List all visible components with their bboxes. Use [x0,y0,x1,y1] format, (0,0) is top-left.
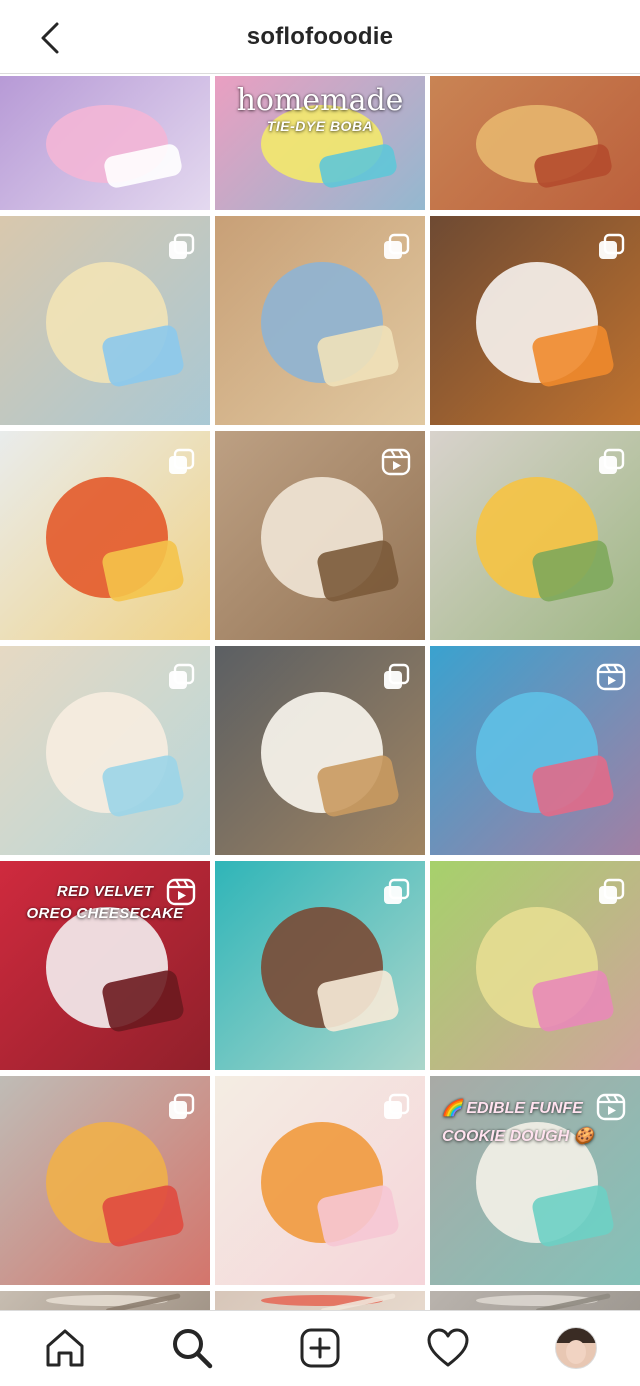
post-easter-chocolate-box[interactable] [215,1076,425,1285]
post-red-velvet-cheesecake[interactable]: RED VELVET OREO CHEESECAKE [0,861,210,1070]
carousel-icon [169,233,195,259]
post-funfetti-cookie-dough[interactable]: 🌈 EDIBLE FUNFE COOKIE DOUGH 🍪 [430,1076,640,1285]
post-lucky-charms-mix[interactable] [430,861,640,1070]
overlay-title: homemade [236,83,404,118]
carousel-badge [166,232,196,262]
tab-profile[interactable] [551,1323,601,1373]
tab-activity[interactable] [423,1323,473,1373]
post-fruity-pebbles-bar[interactable] [0,1076,210,1285]
carousel-badge [381,1092,411,1122]
tab-create[interactable] [295,1323,345,1373]
post-rice-krispie-treats[interactable] [0,646,210,855]
overlay-subtitle: TIE-DYE BOBA [266,118,374,134]
carousel-icon [169,663,195,689]
carousel-badge [596,877,626,907]
carousel-icon [384,1093,410,1119]
post-partial-1[interactable] [0,1291,210,1310]
post-ice-cream-cone[interactable] [215,646,425,855]
avatar [555,1327,597,1369]
reel-badge [381,447,411,477]
post-cookie-butter-shake[interactable] [215,431,425,640]
overlay-title: 🌈 EDIBLE FUNFE [442,1100,583,1117]
carousel-icon [169,448,195,474]
carousel-icon [169,1093,195,1119]
carousel-icon [599,878,625,904]
carousel-icon [599,448,625,474]
carousel-badge [166,1092,196,1122]
carousel-icon [384,663,410,689]
tab-home[interactable] [40,1323,90,1373]
carousel-badge [166,662,196,692]
post-lasagna[interactable] [430,76,640,210]
bottom-tab-bar [0,1310,640,1386]
carousel-badge [381,877,411,907]
post-popcorn-balls[interactable] [0,216,210,425]
post-tie-dye-ice-cream[interactable] [0,76,210,210]
carousel-icon [384,233,410,259]
post-cotton-candy[interactable] [430,646,640,855]
chevron-left-icon [41,22,59,54]
reel-icon [381,448,411,476]
post-cupcakes-piping[interactable] [215,861,425,1070]
carousel-icon [384,878,410,904]
overlay-title: RED VELVET [56,883,154,900]
post-blue-fudge[interactable] [215,216,425,425]
post-partial-3[interactable] [430,1291,640,1310]
explore-grid: homemade TIE-DYE BOBA RED VELVET OREO CHEES… [0,76,640,1310]
reel-icon [596,663,626,691]
top-bar: soflofooodie [0,0,640,74]
profile-username: soflofooodie [246,22,394,50]
carousel-badge [381,232,411,262]
post-hot-cheetos-snack[interactable] [0,431,210,640]
overlay-subtitle: OREO CHEESECAKE [26,905,184,922]
carousel-icon [599,233,625,259]
back-button[interactable] [30,18,70,58]
carousel-badge [596,232,626,262]
post-peeps-smores[interactable] [430,216,640,425]
post-tie-dye-boba[interactable]: homemade TIE-DYE BOBA [215,76,425,210]
search-icon [173,1329,213,1369]
overlay-subtitle: COOKIE DOUGH 🍪 [442,1128,594,1145]
heart-icon [427,1328,469,1367]
tab-search[interactable] [167,1323,217,1373]
carousel-badge [596,447,626,477]
plus-square-icon [300,1328,340,1368]
post-avocado-toast[interactable] [430,431,640,640]
home-icon [46,1329,84,1367]
reel-badge [596,662,626,692]
carousel-badge [381,662,411,692]
post-partial-2[interactable] [215,1291,425,1310]
carousel-badge [166,447,196,477]
